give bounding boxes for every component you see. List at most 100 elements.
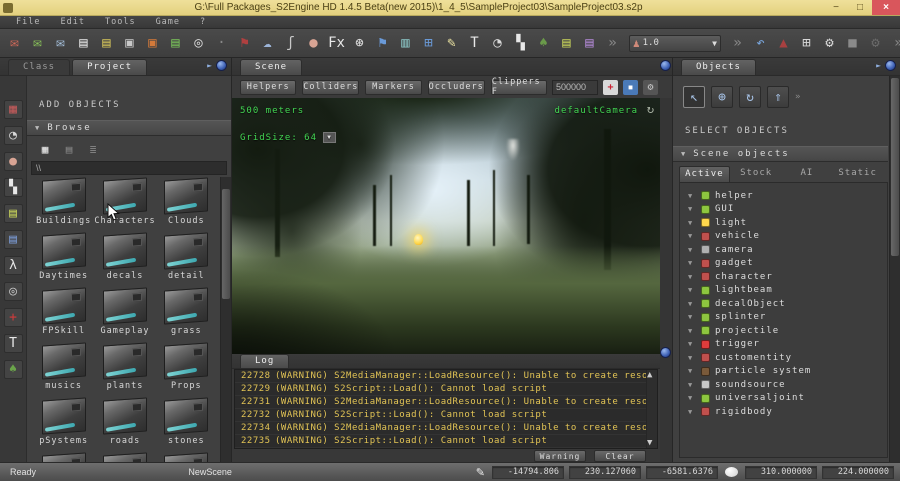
wheel-icon[interactable]: ⊛ <box>349 33 370 54</box>
folder-item[interactable]: stones <box>156 397 217 452</box>
overflow-marker[interactable]: » <box>602 33 623 54</box>
expander-icon[interactable]: ▼ <box>688 205 696 213</box>
compass-icon[interactable]: ↻ <box>647 102 654 116</box>
note-yellow-icon[interactable]: ▤ <box>556 33 577 54</box>
objects-filter-tab[interactable]: Stock <box>732 166 781 182</box>
script-icon[interactable]: ✎ <box>441 33 462 54</box>
clock-gear-icon[interactable]: ◎ <box>3 282 23 301</box>
dropdown-sep[interactable]: · <box>211 33 232 54</box>
tree-item[interactable]: ▼ soundsource <box>684 378 887 392</box>
scene-mode-button[interactable]: Helpers <box>240 79 297 95</box>
gear-dim-icon[interactable]: ⚙ <box>865 33 886 54</box>
material-red-icon[interactable]: ▦ <box>3 100 23 119</box>
overflow-marker[interactable]: » <box>888 33 900 54</box>
objects-filter-tab[interactable]: Static <box>833 166 882 182</box>
text-icon[interactable]: T <box>3 334 23 353</box>
folder-item[interactable]: Buildings <box>33 177 94 232</box>
folder-item[interactable] <box>33 452 94 462</box>
expander-icon[interactable]: ▼ <box>688 273 696 281</box>
clip-distance-input[interactable] <box>552 79 598 95</box>
browse-path-input[interactable] <box>31 161 227 175</box>
folder-item[interactable]: detail <box>156 232 217 287</box>
expander-icon[interactable]: ▼ <box>688 232 696 240</box>
folder-item[interactable]: pSystems <box>33 397 94 452</box>
expander-icon[interactable]: ▼ <box>688 394 696 402</box>
media-disc-icon[interactable]: ◔ <box>3 126 23 145</box>
objects-scrollbar[interactable] <box>889 76 900 462</box>
folder-item[interactable]: Characters <box>94 177 155 232</box>
expander-icon[interactable]: ▼ <box>688 219 696 227</box>
log-list[interactable]: 22728 (WARNING) S2MediaManager::LoadResou… <box>234 369 658 449</box>
objects-filter-tab[interactable]: AI <box>783 166 832 182</box>
note-purple-icon[interactable]: ▤ <box>579 33 600 54</box>
menu-item[interactable]: Game <box>146 17 190 27</box>
grid-dropdown-icon[interactable]: ▼ <box>323 132 337 143</box>
overflow-marker[interactable]: » <box>727 33 748 54</box>
fx-icon[interactable]: Fx <box>326 33 347 54</box>
tile-view-icon[interactable]: ▤ <box>61 142 77 156</box>
tree-item[interactable]: ▼ GUI <box>684 203 887 217</box>
sphere-icon[interactable]: ● <box>3 152 23 171</box>
tree-icon[interactable]: ♠ <box>533 33 554 54</box>
close-button[interactable]: × <box>872 0 900 15</box>
clear-log-button[interactable]: Clear <box>594 450 646 462</box>
bone-icon[interactable]: ʃ <box>280 33 301 54</box>
folder-item[interactable] <box>94 452 155 462</box>
camera-view-icon[interactable]: ▪ <box>623 79 638 95</box>
folder-item[interactable]: plants <box>94 342 155 397</box>
package-red-icon[interactable]: ✉ <box>4 33 25 54</box>
tree-item[interactable]: ▼ character <box>684 270 887 284</box>
folder-item[interactable]: roads <box>94 397 155 452</box>
maximize-button[interactable]: □ <box>848 0 872 15</box>
menu-item[interactable]: Edit <box>50 17 94 27</box>
tree-item[interactable]: ▼ helper <box>684 189 887 203</box>
gear-icon[interactable]: ⚙ <box>819 33 840 54</box>
scene-mode-button[interactable]: Markers <box>365 79 422 95</box>
tree-item[interactable]: ▼ universaljoint <box>684 392 887 406</box>
vegetation-icon[interactable]: ♠ <box>3 360 23 379</box>
character-icon[interactable]: λ <box>3 256 23 275</box>
square-icon[interactable]: ■ <box>842 33 863 54</box>
note-icon[interactable]: ▤ <box>3 204 23 223</box>
tree-item[interactable]: ▼ rigidbody <box>684 405 887 419</box>
log-entry[interactable]: 22732 (WARNING) S2Script::Load(): Cannot … <box>235 409 646 422</box>
expander-icon[interactable]: ▼ <box>688 327 696 335</box>
minimize-button[interactable]: − <box>824 0 848 15</box>
clouds-icon[interactable]: ☁ <box>257 33 278 54</box>
expander-icon[interactable]: ▼ <box>688 246 696 254</box>
text-icon[interactable]: T <box>464 33 485 54</box>
new-file-icon[interactable]: ▤ <box>73 33 94 54</box>
tree-item[interactable]: ▼ camera <box>684 243 887 257</box>
log-entry[interactable]: 22735 (WARNING) S2Script::Load(): Cannot … <box>235 435 646 448</box>
objects-tab[interactable]: Objects <box>681 59 756 75</box>
terrain-icon[interactable]: ⚑ <box>234 33 255 54</box>
tree-item[interactable]: ▼ gadget <box>684 257 887 271</box>
log-scrollbar[interactable]: ▲ ▼ <box>646 370 657 448</box>
collapse-panel-button[interactable] <box>216 60 227 71</box>
compile-icon[interactable]: ◎ <box>188 33 209 54</box>
expander-icon[interactable]: ▼ <box>688 408 696 416</box>
move-tool-icon[interactable]: ⊕ <box>711 86 733 108</box>
scene-tab[interactable]: Scene <box>240 59 303 75</box>
scale-tool-icon[interactable]: ⇑ <box>767 86 789 108</box>
expander-icon[interactable]: ▼ <box>688 313 696 321</box>
collapse-objects-button[interactable] <box>885 60 896 71</box>
expander-icon[interactable]: ▼ <box>688 286 696 294</box>
tree-item[interactable]: ▼ trigger <box>684 338 887 352</box>
scene-mode-button[interactable]: Occluders <box>427 79 485 95</box>
tree-item[interactable]: ▼ lightbeam <box>684 284 887 298</box>
open-file-icon[interactable]: ▤ <box>96 33 117 54</box>
tree-item[interactable]: ▼ splinter <box>684 311 887 325</box>
save-icon[interactable]: ▣ <box>119 33 140 54</box>
grid-icon[interactable]: ⊞ <box>796 33 817 54</box>
add-icon[interactable]: + <box>603 79 618 95</box>
terrain-red-icon[interactable]: ▲ <box>773 33 794 54</box>
menu-item[interactable]: File <box>6 17 50 27</box>
log-tab[interactable]: Log <box>240 354 290 368</box>
sphere-icon[interactable]: ● <box>303 33 324 54</box>
viewport-settings-icon[interactable]: ⚙ <box>643 79 658 95</box>
log-entry[interactable]: 22729 (WARNING) S2Script::Load(): Cannot … <box>235 383 646 396</box>
select-tool-icon[interactable]: ↖ <box>683 86 705 108</box>
folder-item[interactable]: Gameplay <box>94 287 155 342</box>
list-view-icon[interactable]: ≣ <box>85 142 101 156</box>
